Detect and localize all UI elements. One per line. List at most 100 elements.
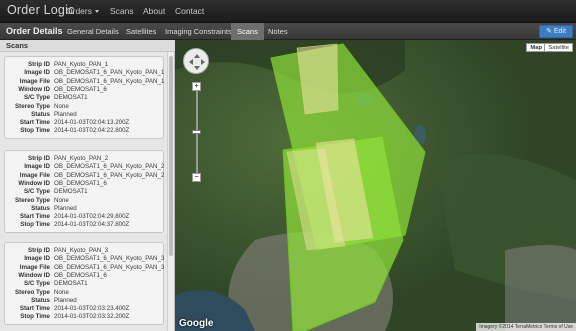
pan-control[interactable]	[183, 48, 209, 74]
nav-orders-label: Orders	[66, 6, 92, 16]
scans-list[interactable]: Strip ID PAN_Kyoto_PAN_1 Image ID OB_DEMOS…	[0, 52, 168, 331]
field-label: Window ID	[18, 271, 50, 279]
scan-field-row: Stereo Type None	[5, 197, 165, 205]
sc-type-value: DEMOSAT1	[54, 280, 88, 288]
start-time-value: 2014-01-03T02:04:13.200Z	[54, 119, 130, 127]
nav-about[interactable]: About	[143, 6, 165, 16]
scans-panel: Scans Strip ID PAN_Kyoto_PAN_1 Image ID OB…	[0, 40, 175, 331]
field-label: S/C Type	[23, 188, 50, 196]
start-time-value: 2014-01-03T02:03:23.400Z	[54, 305, 130, 313]
tab-satellites[interactable]: Satellites	[120, 23, 162, 40]
scan-field-row: Status Planned	[5, 111, 165, 119]
status-value: Planned	[54, 204, 77, 212]
strip-id-value: PAN_Kyoto_PAN_3	[54, 247, 109, 254]
satellite-map[interactable]: Map Satellite + − Google Imagery ©2014 T…	[175, 40, 576, 331]
field-label: Window ID	[18, 179, 50, 187]
status-value: Planned	[54, 110, 77, 118]
satellite-imagery	[175, 40, 576, 331]
image-id-value: OB_DEMOSAT1_6_PAN_Kyoto_PAN_1_0	[54, 69, 164, 77]
field-label: Image File	[19, 171, 50, 179]
scrollbar-thumb[interactable]	[169, 56, 173, 256]
field-label: Stereo Type	[15, 288, 50, 296]
tab-notes[interactable]: Notes	[262, 23, 294, 40]
scan-field-row: S/C Type DEMOSAT1	[5, 188, 165, 196]
scan-field-row: Image File OB_DEMOSAT1_6_PAN_Kyoto_PAN_3_…	[5, 264, 165, 272]
scan-field-row: Image ID OB_DEMOSAT1_6_PAN_Kyoto_PAN_1_0	[5, 69, 165, 77]
field-label: Image ID	[24, 255, 50, 263]
edit-button[interactable]: ✎ Edit	[539, 25, 573, 38]
top-navbar: Order Logic Orders Scans About Contact	[0, 0, 576, 23]
window-id-value: OB_DEMOSAT1_6	[54, 271, 107, 279]
nav-scans[interactable]: Scans	[110, 6, 134, 16]
scan-field-row: Image ID OB_DEMOSAT1_6_PAN_Kyoto_PAN_3_0	[5, 255, 165, 263]
tab-scans[interactable]: Scans	[231, 23, 264, 40]
stop-time-value: 2014-01-03T02:04:37.800Z	[54, 221, 130, 229]
tab-general-details[interactable]: General Details	[61, 23, 125, 40]
status-value: Planned	[54, 296, 77, 304]
scan-field-row: Window ID OB_DEMOSAT1_6	[5, 272, 165, 280]
zoom-slider[interactable]: + −	[192, 82, 201, 182]
field-label: Stop Time	[20, 221, 50, 229]
field-label: Strip ID	[27, 155, 50, 162]
pan-arrows-icon	[189, 54, 205, 70]
strip-id-value: PAN_Kyoto_PAN_2	[54, 155, 109, 162]
map-type-map-button[interactable]: Map	[526, 43, 546, 52]
nav-orders[interactable]: Orders	[66, 6, 99, 16]
zoom-handle[interactable]	[192, 130, 201, 134]
scan-field-row: Window ID OB_DEMOSAT1_6	[5, 180, 165, 188]
scan-card: Strip ID PAN_Kyoto_PAN_1 Image ID OB_DEMOS…	[4, 56, 164, 139]
scan-field-row: Strip ID PAN_Kyoto_PAN_3	[5, 247, 165, 255]
scan-field-row: Stop Time 2014-01-03T02:04:37.800Z	[5, 221, 165, 229]
scan-field-row: Status Planned	[5, 205, 165, 213]
scans-scrollbar[interactable]	[167, 52, 174, 331]
scan-field-row: Start Time 2014-01-03T02:04:13.200Z	[5, 119, 165, 127]
scan-field-row: Image File OB_DEMOSAT1_6_PAN_Kyoto_PAN_1_…	[5, 78, 165, 86]
scan-field-row: Window ID OB_DEMOSAT1_6	[5, 86, 165, 94]
scan-field-row: Start Time 2014-01-03T02:04:29.800Z	[5, 213, 165, 221]
field-label: Start Time	[19, 213, 50, 221]
stereo-type-value: None	[54, 102, 69, 110]
scan-field-row: Stop Time 2014-01-03T02:04:22.800Z	[5, 127, 165, 135]
field-label: Status	[31, 204, 50, 212]
brand-logo[interactable]: Order Logic	[7, 3, 75, 17]
map-attribution[interactable]: Imagery ©2014 TerraMetrics Terms of Use	[476, 323, 576, 331]
stereo-type-value: None	[54, 288, 69, 296]
scan-field-row: Image ID OB_DEMOSAT1_6_PAN_Kyoto_PAN_2_0	[5, 163, 165, 171]
stop-time-value: 2014-01-03T02:04:22.800Z	[54, 127, 130, 135]
sc-type-value: DEMOSAT1	[54, 188, 88, 196]
nav-contact[interactable]: Contact	[175, 6, 204, 16]
tab-imaging-constraints[interactable]: Imaging Constraints	[159, 23, 238, 40]
field-label: Status	[31, 296, 50, 304]
zoom-in-button[interactable]: +	[192, 82, 201, 91]
field-label: Image ID	[24, 69, 50, 77]
window-id-value: OB_DEMOSAT1_6	[54, 179, 107, 187]
start-time-value: 2014-01-03T02:04:29.800Z	[54, 213, 130, 221]
scans-panel-title: Scans	[6, 41, 29, 50]
field-label: Strip ID	[27, 247, 50, 254]
scan-field-row: Strip ID PAN_Kyoto_PAN_1	[5, 61, 165, 69]
image-file-value: OB_DEMOSAT1_6_PAN_Kyoto_PAN_3_0.j	[54, 263, 164, 271]
field-label: Window ID	[18, 85, 50, 93]
image-file-value: OB_DEMOSAT1_6_PAN_Kyoto_PAN_1_0.j	[54, 77, 164, 85]
scan-field-row: Image File OB_DEMOSAT1_6_PAN_Kyoto_PAN_2_…	[5, 172, 165, 180]
strip-id-value: PAN_Kyoto_PAN_1	[54, 61, 109, 68]
scan-field-row: Start Time 2014-01-03T02:03:23.400Z	[5, 305, 165, 313]
field-label: Stop Time	[20, 313, 50, 321]
field-label: Start Time	[19, 305, 50, 313]
field-label: Image ID	[24, 163, 50, 171]
scan-field-row: S/C Type DEMOSAT1	[5, 94, 165, 102]
scan-field-row: S/C Type DEMOSAT1	[5, 280, 165, 288]
field-label: Stereo Type	[15, 196, 50, 204]
image-id-value: OB_DEMOSAT1_6_PAN_Kyoto_PAN_2_0	[54, 163, 164, 171]
google-logo: Google	[179, 318, 214, 329]
sc-type-value: DEMOSAT1	[54, 94, 88, 102]
map-type-satellite-button[interactable]: Satellite	[544, 43, 573, 52]
zoom-out-button[interactable]: −	[192, 173, 201, 182]
scan-field-row: Status Planned	[5, 297, 165, 305]
field-label: Image File	[19, 263, 50, 271]
scan-field-row: Stop Time 2014-01-03T02:03:32.200Z	[5, 313, 165, 321]
image-id-value: OB_DEMOSAT1_6_PAN_Kyoto_PAN_3_0	[54, 255, 164, 263]
stereo-type-value: None	[54, 196, 69, 204]
scan-card: Strip ID PAN_Kyoto_PAN_3 Image ID OB_DEMOS…	[4, 242, 164, 325]
field-label: Image File	[19, 77, 50, 85]
